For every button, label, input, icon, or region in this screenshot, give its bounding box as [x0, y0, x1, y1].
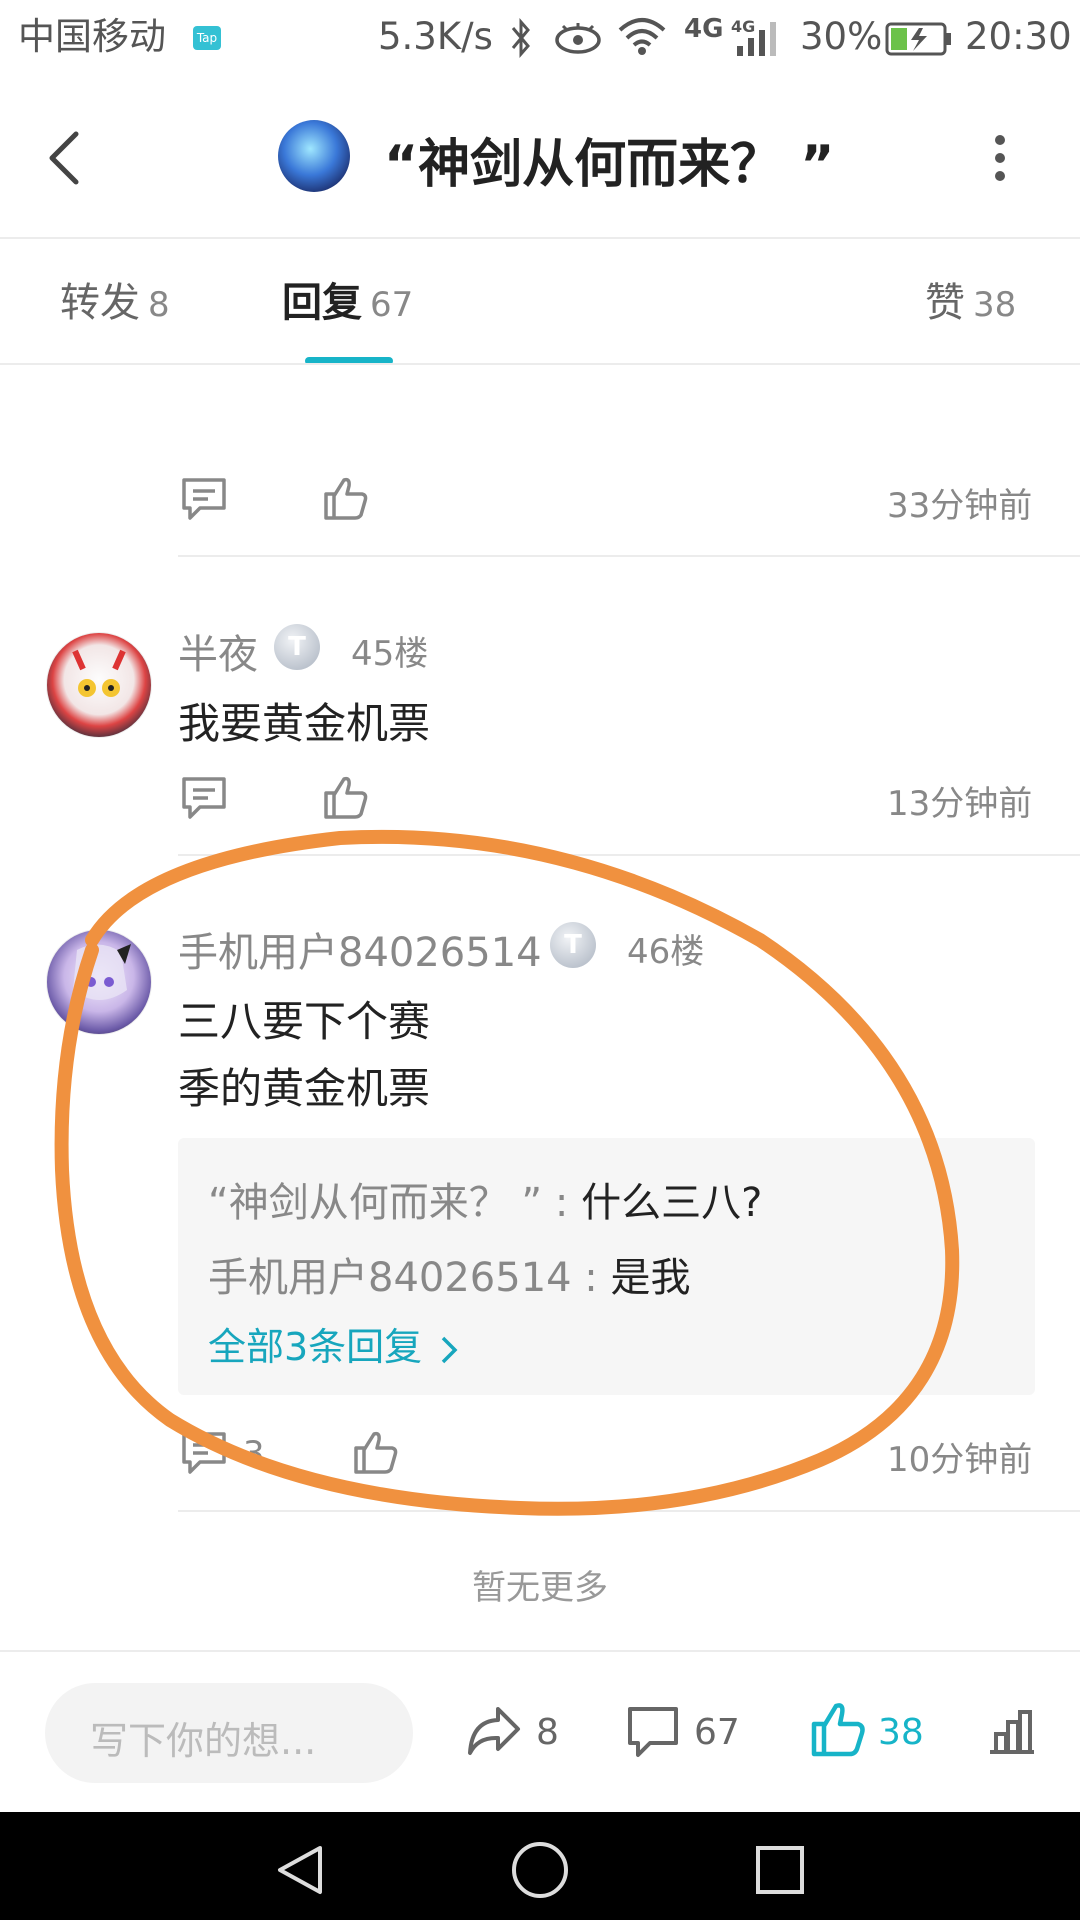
user-level-badge: T — [274, 624, 320, 670]
status-bar: 中国移动 Tap 5.3K/s 4G 4G 30% 20:30 — [0, 0, 1080, 75]
network-speed: 5.3K/s — [378, 15, 493, 58]
nested-reply-author: 手机用户84026514 : — [208, 1255, 598, 1301]
battery-percent: 30% — [800, 15, 883, 58]
floor-number: 45楼 — [351, 634, 429, 674]
battery-icon — [885, 22, 951, 56]
system-nav-bar — [0, 1812, 1080, 1920]
bluetooth-icon — [511, 18, 530, 58]
view-all-replies-link[interactable]: 全部3条回复 — [208, 1316, 460, 1371]
no-more-label: 暂无更多 — [472, 1568, 608, 1608]
header-divider — [0, 237, 1080, 239]
comment-divider — [178, 555, 1080, 557]
comment-time: 13分钟前 — [887, 784, 1033, 824]
tab-like-count: 38 — [973, 285, 1017, 325]
network-type-1: 4G — [684, 14, 724, 44]
username[interactable]: 半夜 — [178, 622, 258, 680]
comment-text-line-1: 三八要下个赛 — [178, 997, 431, 1046]
chevron-right-icon — [442, 1336, 458, 1363]
tab-reply-count: 67 — [370, 285, 414, 325]
like-icon[interactable] — [352, 1428, 400, 1476]
signal-icon — [737, 22, 776, 56]
view-all-replies-label: 全部3条回复 — [208, 1325, 423, 1369]
tabs-divider — [0, 363, 1080, 365]
user-avatar[interactable] — [46, 929, 152, 1035]
user-level-badge: T — [550, 922, 596, 968]
tab-reply[interactable]: 回复 67 — [282, 275, 413, 333]
reply-icon[interactable] — [180, 476, 228, 522]
comment-time: 10分钟前 — [887, 1440, 1033, 1480]
user-avatar[interactable] — [46, 632, 152, 738]
wifi-icon — [618, 18, 666, 55]
page-title: “神剑从何而来？ ” — [384, 135, 835, 195]
comment-text: 我要黄金机票 — [178, 699, 431, 748]
tab-repost-label: 转发 — [60, 280, 140, 326]
comment-divider — [178, 1510, 1080, 1512]
nested-reply: “神剑从何而来？ ” : 什么三八? — [208, 1170, 762, 1228]
username[interactable]: 手机用户84026514 — [178, 920, 542, 978]
reply-icon[interactable] — [180, 1430, 228, 1476]
nested-reply-text: 什么三八? — [581, 1180, 763, 1226]
share-icon[interactable] — [464, 1703, 524, 1759]
nested-reply-author: “神剑从何而来？ ” : — [208, 1180, 569, 1226]
like-count: 38 — [878, 1712, 924, 1753]
author-avatar[interactable] — [278, 120, 350, 192]
comment-count: 67 — [694, 1712, 740, 1753]
stats-icon[interactable] — [986, 1708, 1038, 1756]
comment-divider — [178, 854, 1080, 856]
tab-like-label: 赞 — [925, 280, 965, 326]
more-options-icon[interactable] — [986, 130, 1014, 186]
tab-like[interactable]: 赞 38 — [925, 275, 1016, 333]
like-icon[interactable] — [810, 1700, 866, 1758]
share-count: 8 — [536, 1712, 559, 1753]
tab-repost[interactable]: 转发 8 — [60, 275, 170, 333]
tap-app-icon: Tap — [193, 26, 221, 50]
tab-reply-label: 回复 — [282, 280, 362, 326]
bottom-bar-divider — [0, 1650, 1080, 1652]
comment-icon[interactable] — [626, 1705, 682, 1759]
clock: 20:30 — [965, 15, 1072, 58]
reply-icon[interactable] — [180, 775, 228, 821]
nested-reply: 手机用户84026514 : 是我 — [208, 1245, 691, 1303]
comment-text-line-2: 季的黄金机票 — [178, 1064, 431, 1113]
nav-recents-icon[interactable] — [754, 1844, 806, 1896]
reply-count: 3 — [243, 1434, 265, 1474]
eye-icon — [555, 23, 601, 54]
like-icon[interactable] — [322, 773, 370, 821]
nav-home-icon[interactable] — [510, 1840, 570, 1900]
nested-reply-text: 是我 — [610, 1255, 691, 1301]
tab-repost-count: 8 — [148, 285, 170, 325]
back-arrow-icon[interactable] — [44, 128, 84, 188]
nav-back-icon[interactable] — [272, 1842, 328, 1898]
like-icon[interactable] — [322, 474, 370, 522]
carrier-label: 中国移动 — [18, 15, 166, 58]
comment-input-placeholder: 写下你的想... — [90, 1719, 317, 1763]
comment-time: 33分钟前 — [887, 486, 1033, 526]
floor-number: 46楼 — [627, 932, 705, 972]
